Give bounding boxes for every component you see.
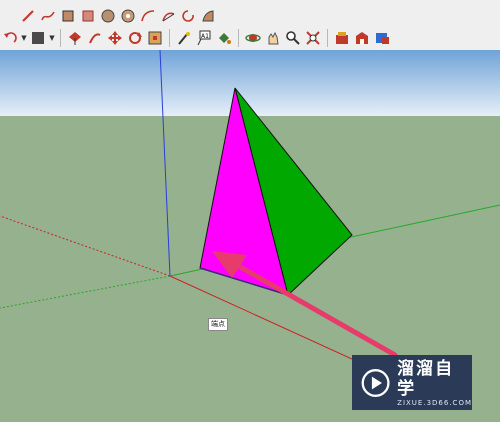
text-tool-icon[interactable]: A1 bbox=[195, 29, 213, 47]
3d-warehouse-icon[interactable] bbox=[353, 29, 371, 47]
arc-tool-icon[interactable] bbox=[139, 7, 157, 25]
watermark-logo: 溜溜自学 ZIXUE.3D66.COM bbox=[352, 355, 472, 410]
material-swatch-icon[interactable] bbox=[29, 29, 47, 47]
follow-me-icon[interactable] bbox=[86, 29, 104, 47]
circle-tool-icon[interactable] bbox=[99, 7, 117, 25]
svg-text:A1: A1 bbox=[201, 33, 209, 40]
material-dropdown-icon[interactable]: ▼ bbox=[48, 29, 56, 47]
tape-measure-icon[interactable] bbox=[175, 29, 193, 47]
watermark-text: 溜溜自学 ZIXUE.3D66.COM bbox=[397, 359, 472, 407]
undo-dropdown-icon[interactable]: ▼ bbox=[20, 29, 28, 47]
toolbar-edit: ▼ ▼ A1 bbox=[0, 27, 392, 49]
rotate-icon[interactable] bbox=[126, 29, 144, 47]
pencil-tool-icon[interactable] bbox=[19, 7, 37, 25]
extension-icon[interactable] bbox=[373, 29, 391, 47]
pie-tool-icon[interactable] bbox=[159, 7, 177, 25]
freehand-tool-icon[interactable] bbox=[39, 7, 57, 25]
paint-bucket-icon[interactable] bbox=[215, 29, 233, 47]
toolbar-separator bbox=[238, 29, 239, 47]
toolbar-separator bbox=[327, 29, 328, 47]
undo-icon[interactable] bbox=[1, 29, 19, 47]
move-icon[interactable] bbox=[106, 29, 124, 47]
play-icon bbox=[361, 368, 390, 397]
two-point-arc-tool-icon[interactable] bbox=[179, 7, 197, 25]
watermark-subtitle: ZIXUE.3D66.COM bbox=[397, 398, 472, 407]
polygon-tool-icon[interactable] bbox=[119, 7, 137, 25]
rectangle-tool-icon[interactable] bbox=[59, 7, 77, 25]
edge-tooltip: 端点 bbox=[208, 318, 228, 331]
toolbar-separator bbox=[169, 29, 170, 47]
components-icon[interactable] bbox=[333, 29, 351, 47]
pan-icon[interactable] bbox=[264, 29, 282, 47]
three-point-arc-tool-icon[interactable] bbox=[199, 7, 217, 25]
toolbar-area: ▼ ▼ A1 bbox=[0, 0, 500, 51]
rotated-rectangle-tool-icon[interactable] bbox=[79, 7, 97, 25]
zoom-extents-icon[interactable] bbox=[304, 29, 322, 47]
watermark-title: 溜溜自学 bbox=[397, 358, 455, 399]
scale-icon[interactable] bbox=[146, 29, 164, 47]
zoom-icon[interactable] bbox=[284, 29, 302, 47]
toolbar-separator bbox=[60, 29, 61, 47]
toolbar-drawing bbox=[18, 5, 218, 27]
orbit-icon[interactable] bbox=[244, 29, 262, 47]
push-pull-icon[interactable] bbox=[66, 29, 84, 47]
